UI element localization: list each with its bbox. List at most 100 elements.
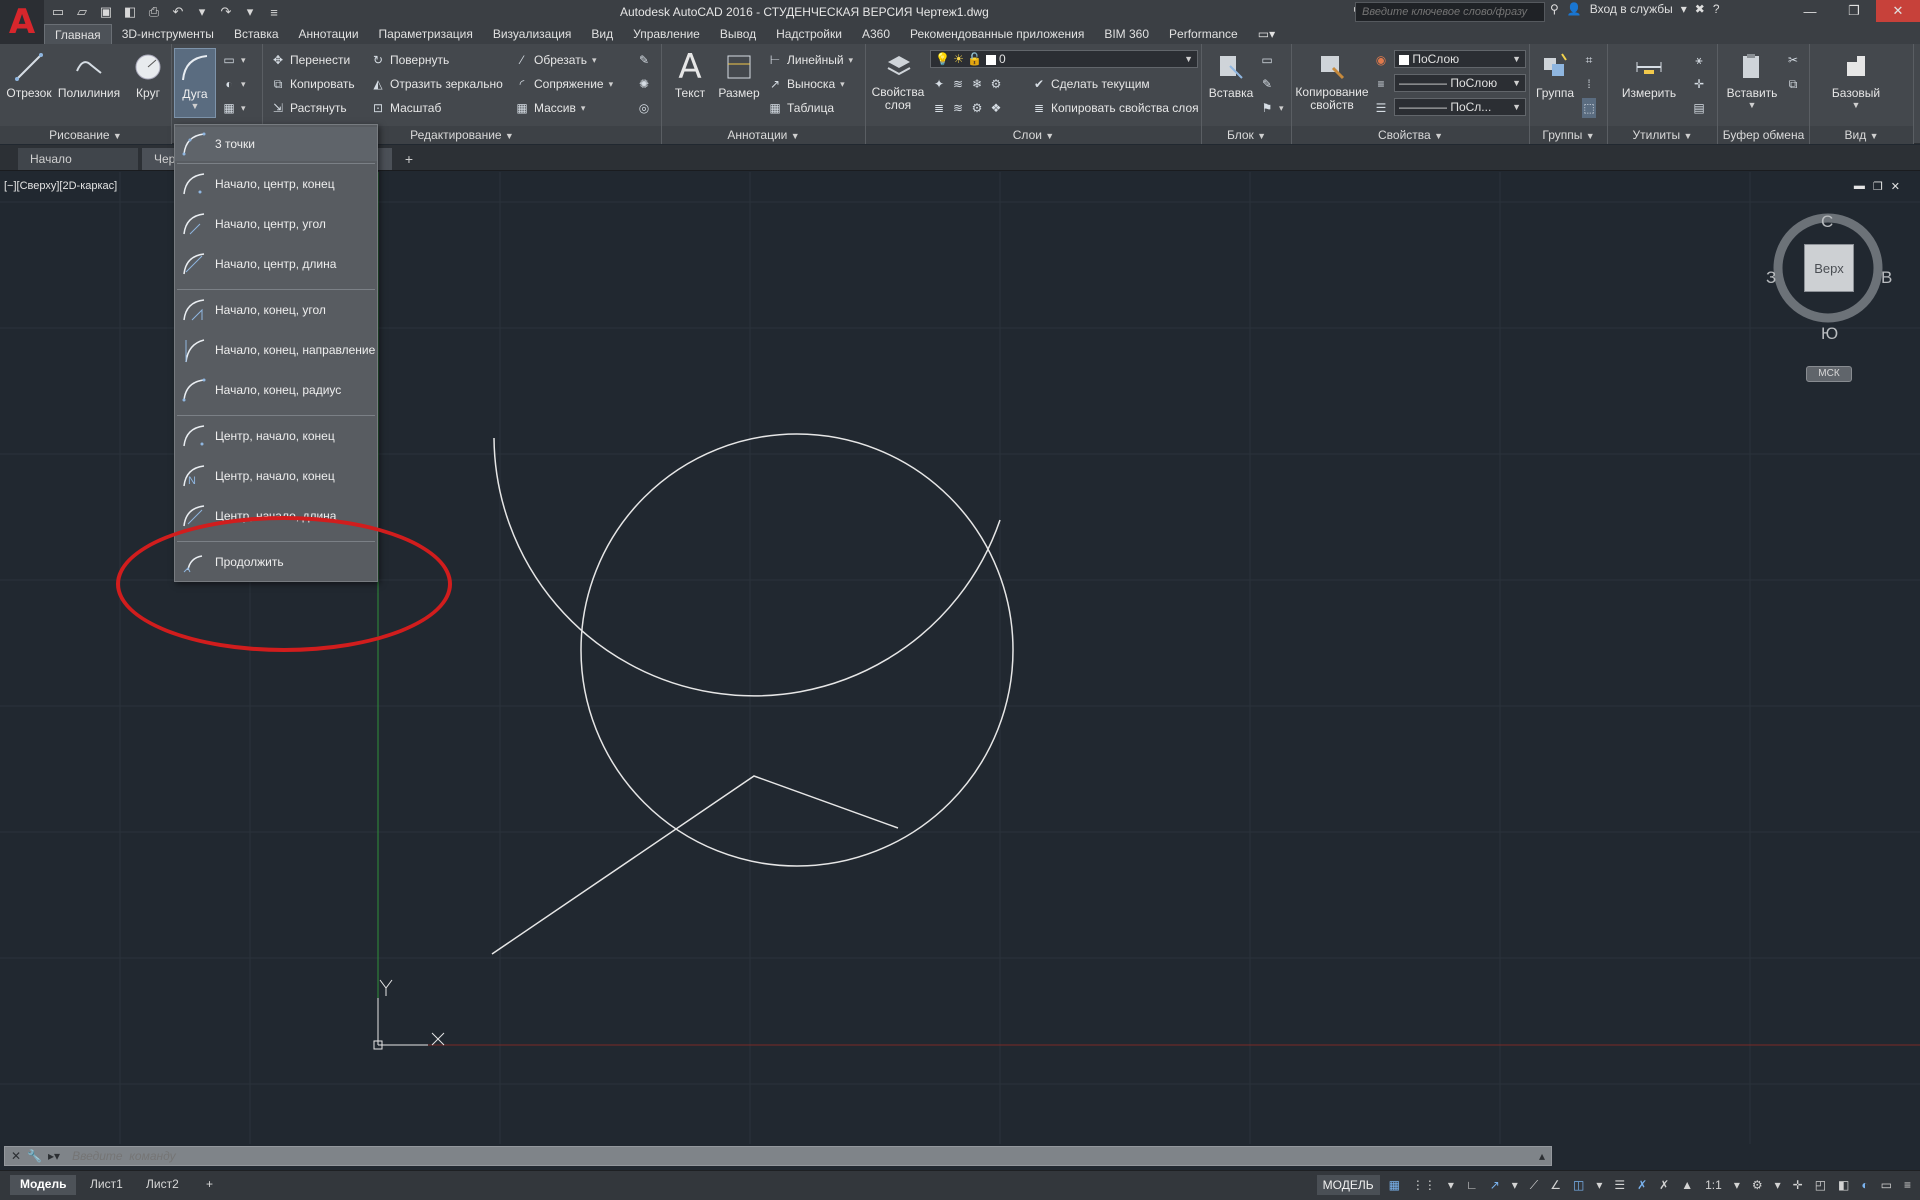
table-button[interactable]: ▦ Таблица — [768, 98, 834, 118]
exchange-icon[interactable]: ✖ — [1695, 2, 1705, 16]
viewport-controls-label[interactable]: [−][Сверху][2D-каркас] — [4, 180, 117, 192]
measure-button[interactable]: Измерить — [1616, 48, 1682, 100]
mirror-button[interactable]: ◭ Отразить зеркально — [371, 74, 502, 94]
save-as-icon[interactable]: ◧ — [120, 2, 140, 22]
lineweight-toggle-icon[interactable]: ☰ — [1611, 1175, 1628, 1195]
minimize-icon[interactable]: — — [1788, 0, 1832, 22]
snap-icon[interactable]: ⋮⋮ — [1409, 1175, 1439, 1195]
hardware-acceleration-icon[interactable]: ▭ — [1878, 1175, 1895, 1195]
tab-view[interactable]: Вид — [581, 24, 623, 44]
polyline-button[interactable]: Полилиния — [56, 48, 122, 100]
quick-properties-icon[interactable]: ◧ — [1835, 1175, 1852, 1195]
arc-start-center-length-item[interactable]: Начало, центр, длина — [175, 247, 377, 281]
compass-west[interactable]: З — [1766, 268, 1776, 288]
linear-button[interactable]: ⊢ Линейный ▾ — [768, 50, 853, 70]
new-file-icon[interactable]: ▭ — [48, 2, 68, 22]
compass-east[interactable]: В — [1881, 268, 1892, 288]
help-icon[interactable]: ? — [1713, 2, 1720, 16]
redo-icon[interactable]: ↷ — [216, 2, 236, 22]
tab-parametric[interactable]: Параметризация — [369, 24, 483, 44]
print-icon[interactable]: ⎙ — [144, 2, 164, 22]
view-panel-title[interactable]: Вид ▼ — [1810, 126, 1913, 144]
hatch-button[interactable]: ◐ ▾ — [222, 74, 245, 94]
group-select-button[interactable]: ⬚ — [1582, 98, 1596, 118]
customization-icon[interactable]: ≡ — [1901, 1175, 1914, 1195]
close-viewport-icon[interactable]: ✕ — [1891, 180, 1900, 193]
object-snap-icon[interactable]: ◫ — [1570, 1175, 1587, 1195]
customize-cmdline-icon[interactable]: 🔧 — [27, 1149, 42, 1163]
rotate-button[interactable]: ↻ Повернуть — [371, 50, 449, 70]
linetype-combo[interactable]: ———— ПоСлою ▼ — [1394, 74, 1526, 92]
lineweight-icon-btn[interactable]: ☰ — [1374, 98, 1388, 118]
arc-start-end-radius-item[interactable]: Начало, конец, радиус — [175, 373, 377, 407]
edit-block-button[interactable]: ✎ — [1260, 74, 1274, 94]
search-input[interactable] — [1355, 2, 1545, 22]
isodraft-icon[interactable]: ⟋ — [1527, 1175, 1541, 1195]
workspace-dropdown-icon[interactable]: ▾ — [1772, 1175, 1784, 1195]
ortho-icon[interactable]: ∟ — [1463, 1175, 1481, 1195]
layers-panel-title[interactable]: Слои ▼ — [866, 126, 1201, 144]
add-layout-icon[interactable]: + — [196, 1175, 223, 1195]
chevron-down-icon[interactable]: ▾ — [1681, 2, 1687, 16]
copy-button[interactable]: ⧉ Копировать — [271, 74, 355, 94]
line-button[interactable]: Отрезок — [4, 48, 54, 100]
copy-clip-button[interactable]: ⧉ — [1786, 74, 1800, 94]
polar-dropdown-icon[interactable]: ▾ — [1509, 1175, 1521, 1195]
color-combo[interactable]: ПоСлою ▼ — [1394, 50, 1526, 68]
drawn-arc[interactable] — [493, 437, 1001, 697]
block-panel-title[interactable]: Блок ▼ — [1202, 126, 1291, 144]
color-icon-btn[interactable]: ◉ — [1374, 50, 1388, 70]
tab-manage[interactable]: Управление — [623, 24, 710, 44]
stretch-button[interactable]: ⇲ Растянуть — [271, 98, 347, 118]
snap-dropdown-icon[interactable]: ▾ — [1445, 1175, 1457, 1195]
drawn-circle[interactable] — [580, 433, 1014, 867]
recent-commands-icon[interactable]: ▸▾ — [48, 1149, 60, 1163]
attributes-button[interactable]: ⚑ ▾ — [1260, 98, 1284, 118]
trim-button[interactable]: ⁄ Обрезать ▾ — [515, 50, 597, 70]
layer-walk-icon[interactable]: ≣ — [932, 101, 946, 115]
tab-annotate[interactable]: Аннотации — [289, 24, 369, 44]
paste-button[interactable]: Вставить ▼ — [1724, 48, 1780, 110]
binoculars-icon[interactable]: ⚲ — [1550, 2, 1559, 16]
auto-scale-icon[interactable]: ✗ — [1656, 1175, 1672, 1195]
object-snap-dropdown-icon[interactable]: ▾ — [1593, 1175, 1605, 1195]
minimize-viewport-icon[interactable]: ▬ — [1854, 180, 1865, 193]
linetype-icon-btn[interactable]: ≡ — [1374, 74, 1388, 94]
wcs-menu-button[interactable]: МСК — [1806, 366, 1852, 382]
dimension-button[interactable]: Размер — [714, 48, 764, 100]
arc-start-center-end-item[interactable]: Начало, центр, конец — [175, 167, 377, 201]
ribbon-options-icon[interactable]: ▭▾ — [1248, 24, 1285, 44]
draw-panel-title[interactable]: Рисование ▼ — [0, 126, 171, 144]
tab-layout2[interactable]: Лист2 — [136, 1175, 189, 1195]
calculator-button[interactable]: ▤ — [1692, 98, 1706, 118]
tab-home[interactable]: Главная — [44, 24, 112, 44]
drawn-polyline[interactable] — [491, 775, 899, 955]
open-file-icon[interactable]: ▱ — [72, 2, 92, 22]
point-button[interactable]: ✛ — [1692, 74, 1706, 94]
ungroup-button[interactable]: ⌗ — [1582, 50, 1596, 70]
viewcube-top-face[interactable]: Верх — [1804, 244, 1854, 292]
units-icon[interactable]: ◰ — [1812, 1175, 1829, 1195]
match-properties-button[interactable]: Копирование свойств — [1294, 48, 1370, 112]
quick-select-button[interactable]: ⚹ — [1692, 50, 1706, 70]
layer-match-icon[interactable]: ❖ — [989, 101, 1003, 115]
text-button[interactable]: A Текст — [670, 47, 710, 100]
cmdline-expand-icon[interactable]: ▴ — [1533, 1149, 1551, 1163]
layer-merge-icon[interactable]: ≋ — [951, 101, 965, 115]
annotation-monitor-icon[interactable]: ✛ — [1790, 1175, 1806, 1195]
tab-output[interactable]: Вывод — [710, 24, 766, 44]
workspace-gear-icon[interactable]: ⚙ — [1749, 1175, 1766, 1195]
new-tab-icon[interactable]: + — [400, 151, 418, 167]
tab-performance[interactable]: Performance — [1159, 24, 1248, 44]
model-space-button[interactable]: МОДЕЛЬ — [1316, 1175, 1380, 1195]
restore-icon[interactable]: ❐ — [1832, 0, 1876, 22]
arc-center-start-angle-item[interactable]: N Центр, начало, конец — [175, 459, 377, 493]
arc-3-points-item[interactable]: 3 точки — [175, 127, 377, 161]
tab-bim360[interactable]: BIM 360 — [1094, 24, 1159, 44]
command-input[interactable] — [66, 1147, 1533, 1165]
tab-addins[interactable]: Надстройки — [766, 24, 852, 44]
layer-combo[interactable]: 💡 ☀ 🔓 0 ▼ — [930, 50, 1198, 68]
object-snap-tracking-icon[interactable]: ∠ — [1547, 1175, 1564, 1195]
offset-button[interactable]: ◎ — [637, 98, 651, 118]
annotation-scale-icon[interactable]: ▲ — [1678, 1175, 1696, 1195]
